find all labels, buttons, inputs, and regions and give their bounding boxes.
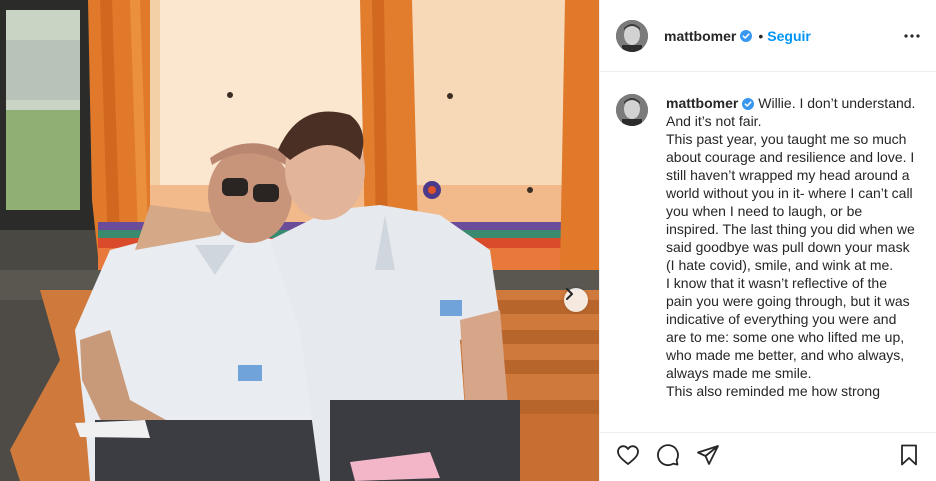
caption-text: mattbomer Willie. I don’t understand. An… — [666, 94, 916, 432]
author-username[interactable]: mattbomer — [664, 28, 736, 44]
author-avatar[interactable] — [616, 19, 648, 52]
caption-line: This past year, you taught me so much ab… — [666, 131, 915, 273]
comment-icon[interactable] — [656, 443, 680, 467]
photo-illustration — [0, 0, 599, 481]
caption-first-line: mattbomer Willie. I don’t understand. An… — [666, 94, 916, 130]
caption-author-username[interactable]: mattbomer — [666, 95, 738, 111]
caption-author-avatar[interactable] — [616, 94, 648, 126]
next-image-button[interactable] — [564, 288, 588, 312]
caption-line: This also reminded me how strong — [666, 383, 880, 399]
chevron-right-icon — [566, 288, 573, 300]
separator-dot: • — [758, 27, 764, 44]
verified-badge-icon — [740, 29, 753, 42]
bookmark-icon[interactable] — [897, 443, 921, 467]
caption-line: I know that it wasn’t reflective of the … — [666, 275, 910, 381]
verified-badge-icon — [742, 98, 755, 111]
avatar-image — [616, 94, 648, 126]
post-caption: mattbomer Willie. I don’t understand. An… — [600, 72, 936, 432]
more-options-icon[interactable] — [904, 33, 920, 38]
avatar-image — [616, 19, 648, 52]
post-photo[interactable] — [0, 0, 599, 481]
heart-icon[interactable] — [616, 443, 640, 467]
post-side-panel: mattbomer • Seguir mattbomer Willie. I d… — [599, 0, 936, 481]
follow-button[interactable]: Seguir — [767, 28, 811, 44]
paper-plane-icon[interactable] — [696, 443, 720, 467]
post-header: mattbomer • Seguir — [600, 0, 936, 72]
post-actions-bar — [600, 432, 936, 481]
